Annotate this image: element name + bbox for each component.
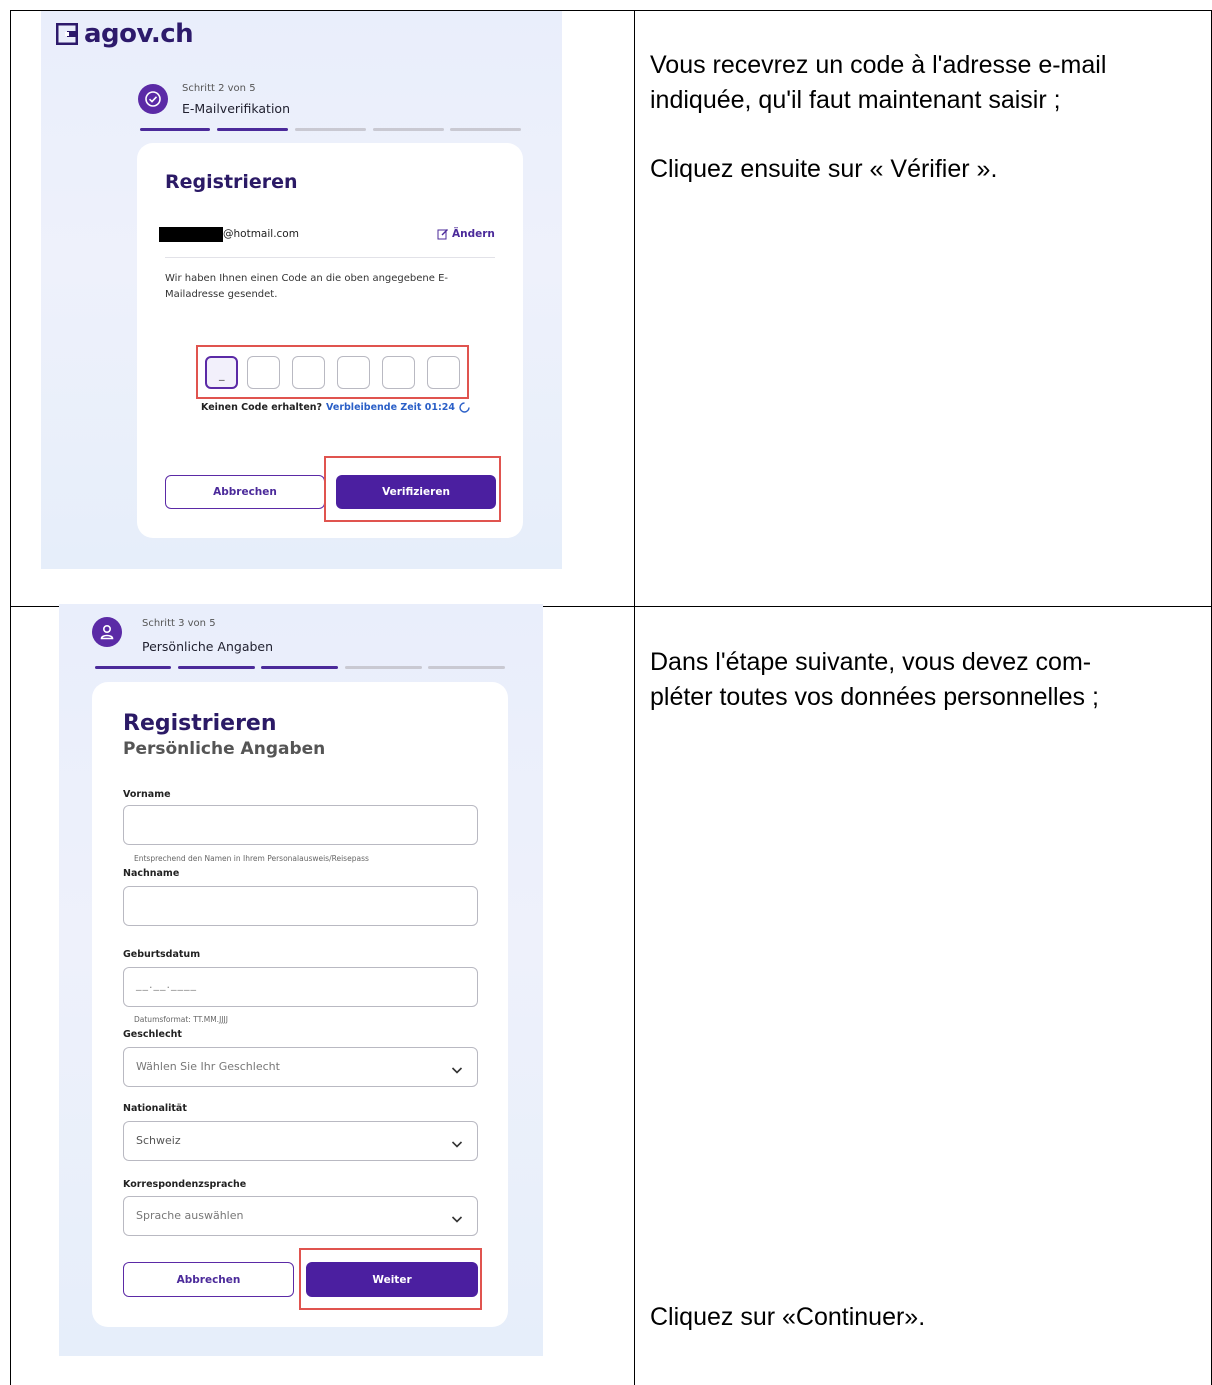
instruction-step2-line1: Vous recevrez un code à l'adresse e-mail — [650, 51, 1107, 79]
logo-text: agov.ch — [84, 19, 194, 49]
agov-logo: agov.ch — [55, 19, 194, 49]
birthdate-label: Geburtsdatum — [123, 949, 201, 960]
next-button-highlight — [299, 1248, 482, 1310]
edit-icon — [437, 228, 449, 240]
chevron-down-icon — [451, 1061, 463, 1074]
step-counter: Schritt 2 von 5 — [182, 83, 256, 94]
card-subtitle: Persönliche Angaben — [123, 739, 326, 759]
no-code-text: Keinen Code erhalten? — [201, 402, 323, 413]
progress-segment-5 — [428, 666, 505, 669]
instruction-step3-line2: pléter toutes vos données personnelles ; — [650, 683, 1099, 711]
instruction-step2-line2: indiquée, qu'il faut maintenant saisir ; — [650, 86, 1061, 114]
chevron-down-icon — [451, 1135, 463, 1148]
firstname-input[interactable] — [123, 805, 478, 845]
divider — [165, 257, 495, 258]
cancel-button[interactable]: Abbrechen — [123, 1262, 294, 1297]
instruction-step2-click: Cliquez ensuite sur « Vérifier ». — [650, 155, 998, 183]
progress-segment-3 — [295, 128, 366, 131]
gender-select[interactable]: Wählen Sie Ihr Geschlecht — [123, 1047, 478, 1087]
redacted-email-bar — [159, 227, 223, 242]
step-person-icon — [92, 617, 122, 647]
verify-button-highlight — [324, 456, 501, 522]
progress-segment-1 — [95, 666, 171, 669]
card-title: Registrieren — [165, 171, 298, 193]
progress-segment-2 — [217, 128, 288, 131]
progress-segment-1 — [140, 128, 210, 131]
table-column-divider — [634, 10, 635, 1385]
step-check-icon — [138, 84, 168, 114]
language-placeholder: Sprache auswählen — [136, 1209, 244, 1222]
chevron-down-icon — [451, 1210, 463, 1223]
progress-segment-4 — [345, 666, 422, 669]
code-inputs-highlight — [196, 345, 469, 399]
change-email-link[interactable]: Ändern — [437, 228, 495, 240]
language-select[interactable]: Sprache auswählen — [123, 1196, 478, 1236]
progress-segment-3 — [261, 666, 338, 669]
nationality-value: Schweiz — [136, 1134, 181, 1147]
loading-spinner-icon — [459, 402, 470, 413]
screenshot-email-verification: agov.ch Schritt 2 von 5 E-Mailverifikati… — [41, 11, 562, 569]
firstname-hint: Entsprechend den Namen in Ihrem Personal… — [134, 854, 369, 863]
table-border-left — [10, 10, 11, 1385]
birthdate-input[interactable]: __.__.____ — [123, 967, 478, 1007]
screenshot-personal-data: Schritt 3 von 5 Persönliche Angaben Regi… — [59, 604, 543, 1356]
language-label: Korrespondenzsprache — [123, 1179, 247, 1190]
resend-row: Keinen Code erhalten? Verbleibende Zeit … — [201, 402, 470, 413]
nationality-select[interactable]: Schweiz — [123, 1121, 478, 1161]
step-name: Persönliche Angaben — [142, 639, 274, 654]
instruction-step3-click: Cliquez sur «Continuer». — [650, 1303, 926, 1331]
step-name: E-Mailverifikation — [182, 101, 290, 116]
lastname-input[interactable] — [123, 886, 478, 926]
cancel-button[interactable]: Abbrechen — [165, 475, 325, 509]
progress-segment-4 — [373, 128, 444, 131]
email-suffix: @hotmail.com — [223, 228, 299, 240]
personal-data-card: Registrieren Persönliche Angaben Vorname… — [92, 682, 508, 1327]
progress-segment-2 — [178, 666, 255, 669]
card-title: Registrieren — [123, 711, 277, 736]
remaining-time-link[interactable]: Verbleibende Zeit 01:24 — [326, 402, 455, 413]
change-label: Ändern — [452, 228, 495, 240]
gender-label: Geschlecht — [123, 1029, 182, 1040]
birthdate-hint: Datumsformat: TT.MM.JJJJ — [134, 1015, 228, 1024]
info-line-1: Wir haben Ihnen einen Code an die oben a… — [165, 273, 449, 284]
lastname-label: Nachname — [123, 868, 180, 879]
birthdate-placeholder: __.__.____ — [136, 978, 197, 991]
firstname-label: Vorname — [123, 789, 171, 800]
agov-logo-icon — [55, 22, 79, 46]
info-line-2: Mailadresse gesendet. — [165, 289, 278, 300]
progress-segment-5 — [450, 128, 521, 131]
gender-placeholder: Wählen Sie Ihr Geschlecht — [136, 1060, 280, 1073]
instruction-step3-line1: Dans l'étape suivante, vous devez com- — [650, 648, 1092, 676]
nationality-label: Nationalität — [123, 1103, 187, 1114]
step-counter: Schritt 3 von 5 — [142, 618, 216, 629]
